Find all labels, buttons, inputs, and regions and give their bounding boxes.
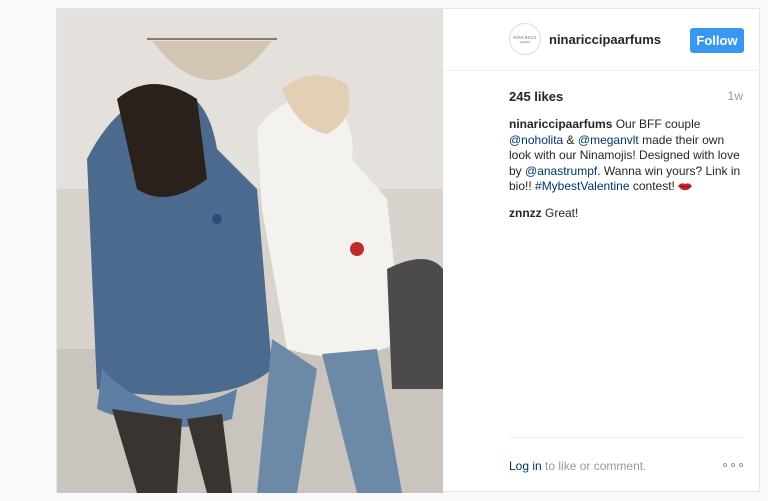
post-footer: Log in to like or comment.	[509, 437, 743, 493]
avatar-logo-subtext: parfums	[520, 39, 530, 44]
more-dot	[723, 463, 727, 467]
caption-text: contest!	[629, 179, 679, 193]
mention-link[interactable]: @noholita	[509, 133, 563, 147]
login-prompt-text: to like or comment.	[541, 459, 647, 473]
login-link[interactable]: Log in	[509, 459, 542, 473]
likes-count[interactable]: 245 likes	[509, 89, 563, 104]
post-sidebar: NINA RICCI parfums ninariccipaarfums Fol…	[443, 9, 761, 493]
caption-text: &	[563, 132, 578, 147]
comment-username[interactable]: znnzz	[509, 206, 542, 220]
post-header: NINA RICCI parfums ninariccipaarfums Fol…	[443, 9, 761, 71]
follow-button[interactable]: Follow	[690, 28, 744, 53]
more-options-icon[interactable]	[723, 462, 743, 468]
more-dot	[739, 463, 743, 467]
post-photo[interactable]	[57, 9, 443, 493]
caption-username[interactable]: ninariccipaarfums	[509, 117, 612, 131]
post-age[interactable]: 1w	[728, 89, 743, 103]
avatar[interactable]: NINA RICCI parfums	[509, 23, 541, 55]
caption-text: Our BFF couple	[612, 117, 701, 131]
username-link[interactable]: ninariccipaarfums	[549, 32, 661, 47]
comments-list: ninariccipaarfums Our BFF couple @noholi…	[509, 117, 745, 231]
login-prompt: Log in to like or comment.	[509, 459, 646, 473]
mention-link[interactable]: @anastrumpf	[525, 164, 597, 178]
mention-link[interactable]: @meganvlt	[578, 133, 639, 147]
post-card: NINA RICCI parfums ninariccipaarfums Fol…	[56, 8, 761, 493]
comment-item: znnzz Great!	[509, 206, 745, 222]
comment-text: Great!	[541, 205, 579, 220]
caption: ninariccipaarfums Our BFF couple @noholi…	[509, 117, 745, 196]
kiss-lips-emoji-icon	[678, 180, 693, 196]
more-dot	[731, 463, 735, 467]
hashtag-link[interactable]: #MybestValentine	[535, 179, 630, 193]
post-photo-image	[57, 9, 443, 493]
